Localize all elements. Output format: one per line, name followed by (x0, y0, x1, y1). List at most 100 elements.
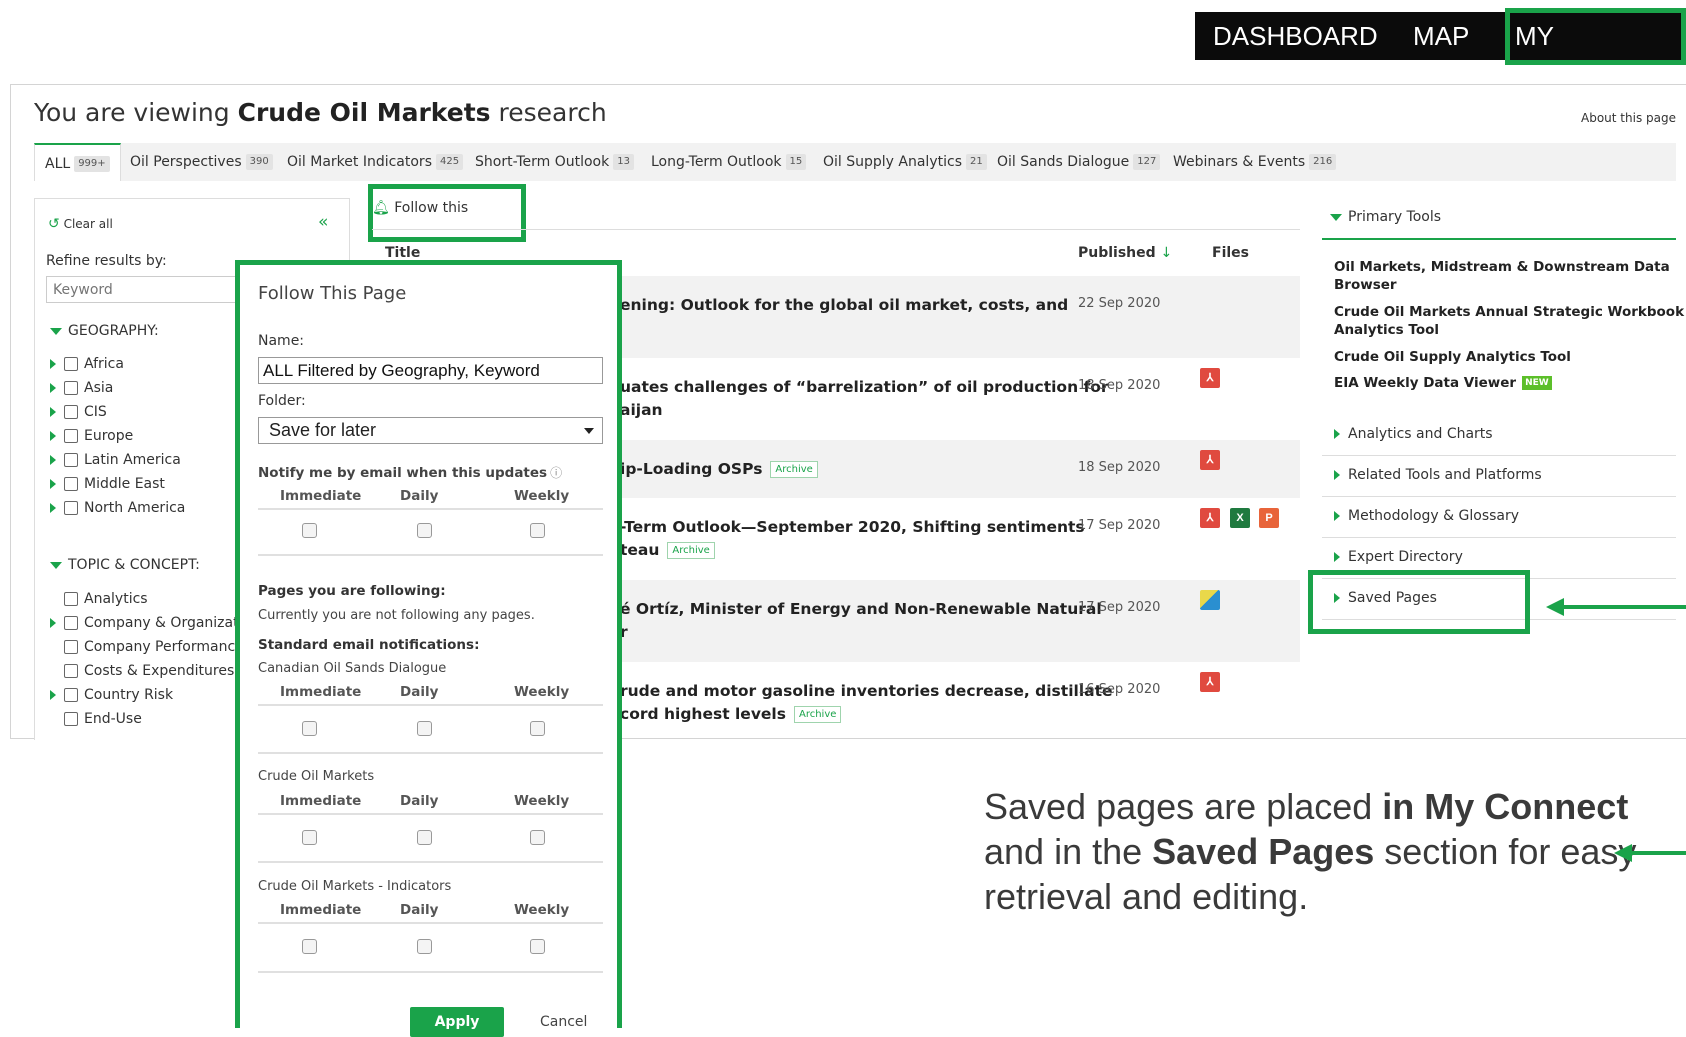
clear-all-button[interactable]: ↺ Clear all (48, 216, 113, 232)
result-row[interactable]: uates challenges of “barrelization” of o… (600, 358, 1300, 440)
topic-heading[interactable]: TOPIC & CONCEPT: (50, 557, 200, 573)
weekly-checkbox[interactable] (530, 939, 545, 954)
checkbox[interactable] (64, 429, 78, 443)
result-row[interactable]: rude and motor gasoline inventories decr… (600, 662, 1300, 738)
weekly-checkbox[interactable] (530, 830, 545, 845)
geo-item-latin-america[interactable]: Latin America (50, 452, 181, 468)
primary-tools-heading[interactable]: Primary Tools (1330, 209, 1441, 225)
collapse-icon[interactable]: « (318, 212, 328, 232)
checkbox[interactable] (64, 453, 78, 467)
section-methodology[interactable]: Methodology & Glossary (1334, 508, 1519, 524)
tool-link-eia-viewer[interactable]: EIA Weekly Data Viewer NEW (1334, 374, 1552, 392)
result-title[interactable]: ip-Loading OSPs Archive (620, 458, 818, 481)
daily-checkbox[interactable] (417, 523, 432, 538)
tool-link-strategic-workbook[interactable]: Crude Oil Markets Annual Strategic Workb… (1334, 303, 1684, 321)
folder-select[interactable]: Save for later (258, 417, 603, 444)
excel-icon[interactable]: X (1230, 508, 1250, 528)
tab-oil-supply-analytics[interactable]: Oil Supply Analytics 21 (823, 143, 987, 181)
checkbox[interactable] (64, 712, 78, 726)
checkbox[interactable] (64, 381, 78, 395)
tab-oil-perspectives[interactable]: Oil Perspectives 390 (130, 143, 273, 181)
immediate-checkbox[interactable] (302, 721, 317, 736)
about-link[interactable]: About this page (1581, 111, 1676, 125)
pdf-icon[interactable]: ⅄ (1200, 368, 1220, 388)
tool-link-strategic-workbook-cont[interactable]: Analytics Tool (1334, 321, 1439, 339)
result-row[interactable]: ip-Loading OSPs Archive 18 Sep 2020 ⅄ (600, 440, 1300, 498)
result-title-cont[interactable]: cord highest levels Archive (620, 703, 842, 726)
tab-all[interactable]: ALL 999+ (34, 143, 121, 181)
result-title-cont[interactable]: aijan (620, 399, 663, 422)
follow-this-button[interactable]: 🔔︎ Follow this (372, 200, 468, 216)
topic-item-company-performance[interactable]: Company Performanc (64, 639, 235, 655)
topic-item-costs[interactable]: Costs & Expenditures (64, 663, 234, 679)
immediate-checkbox[interactable] (302, 830, 317, 845)
checkbox[interactable] (64, 357, 78, 371)
nav-my-connect[interactable]: MY CONNECT (1515, 12, 1686, 99)
topic-item-country-risk[interactable]: Country Risk (50, 687, 173, 703)
result-title[interactable]: ening: Outlook for the global oil market… (620, 294, 1068, 317)
keyword-input[interactable] (46, 276, 246, 303)
follow-page-modal: Follow This Page Name: Folder: Save for … (235, 260, 622, 1037)
image-file-icon[interactable] (1200, 590, 1220, 610)
geo-item-africa[interactable]: Africa (50, 356, 124, 372)
section-expert-directory[interactable]: Expert Directory (1334, 549, 1463, 565)
checkbox[interactable] (64, 501, 78, 515)
divider (1322, 455, 1676, 456)
topic-label: Costs & Expenditures (84, 663, 235, 679)
pdf-icon[interactable]: ⅄ (1200, 672, 1220, 692)
checkbox[interactable] (64, 616, 78, 630)
result-title[interactable]: rude and motor gasoline inventories decr… (620, 680, 1113, 703)
geo-item-asia[interactable]: Asia (50, 380, 113, 396)
geo-item-cis[interactable]: CIS (50, 404, 107, 420)
topic-item-analytics[interactable]: Analytics (64, 591, 148, 607)
col-published[interactable]: Published ↓ (1078, 245, 1172, 261)
nav-map[interactable]: MAP (1413, 12, 1469, 60)
nav-dashboard[interactable]: DASHBOARD (1213, 12, 1378, 60)
topic-heading-label: TOPIC & CONCEPT: (68, 557, 200, 573)
geography-heading[interactable]: GEOGRAPHY: (50, 323, 159, 339)
geo-item-europe[interactable]: Europe (50, 428, 133, 444)
checkbox[interactable] (64, 688, 78, 702)
checkbox[interactable] (64, 640, 78, 654)
tool-link-supply-analytics[interactable]: Crude Oil Supply Analytics Tool (1334, 348, 1571, 366)
topic-item-end-use[interactable]: End-Use (64, 711, 142, 727)
checkbox[interactable] (64, 477, 78, 491)
geo-item-north-america[interactable]: North America (50, 500, 185, 516)
geo-item-middle-east[interactable]: Middle East (50, 476, 165, 492)
checkbox[interactable] (64, 592, 78, 606)
result-title[interactable]: -Term Outlook—September 2020, Shifting s… (620, 516, 1085, 539)
tool-link-data-browser-cont[interactable]: Browser (1334, 276, 1397, 294)
result-row[interactable]: -Term Outlook—September 2020, Shifting s… (600, 498, 1300, 580)
tab-webinars-events[interactable]: Webinars & Events 216 (1173, 143, 1337, 181)
checkbox[interactable] (64, 664, 78, 678)
pdf-icon[interactable]: ⅄ (1200, 508, 1220, 528)
immediate-checkbox[interactable] (302, 939, 317, 954)
powerpoint-icon[interactable]: P (1259, 508, 1279, 528)
result-title[interactable]: uates challenges of “barrelization” of o… (620, 376, 1109, 399)
daily-checkbox[interactable] (417, 721, 432, 736)
checkbox[interactable] (64, 405, 78, 419)
freq-immediate: Immediate (280, 902, 362, 918)
apply-button[interactable]: Apply (410, 1007, 504, 1037)
section-saved-pages[interactable]: Saved Pages (1334, 590, 1437, 606)
col-title[interactable]: Title (385, 245, 420, 261)
tab-oil-market-indicators[interactable]: Oil Market Indicators 425 (287, 143, 464, 181)
section-related-tools[interactable]: Related Tools and Platforms (1334, 467, 1542, 483)
pdf-icon[interactable]: ⅄ (1200, 450, 1220, 470)
result-row[interactable]: é Ortíz, Minister of Energy and Non-Rene… (600, 580, 1300, 662)
daily-checkbox[interactable] (417, 830, 432, 845)
tab-short-term-outlook[interactable]: Short-Term Outlook 13 (475, 143, 634, 181)
weekly-checkbox[interactable] (530, 523, 545, 538)
immediate-checkbox[interactable] (302, 523, 317, 538)
result-row[interactable]: ening: Outlook for the global oil market… (600, 276, 1300, 358)
tab-oil-sands-dialogue[interactable]: Oil Sands Dialogue 127 (997, 143, 1161, 181)
topic-item-company-organization[interactable]: Company & Organizat (50, 615, 239, 631)
section-analytics-charts[interactable]: Analytics and Charts (1334, 426, 1493, 442)
result-title[interactable]: é Ortíz, Minister of Energy and Non-Rene… (620, 598, 1102, 621)
weekly-checkbox[interactable] (530, 721, 545, 736)
result-title-cont[interactable]: teau Archive (620, 539, 715, 562)
daily-checkbox[interactable] (417, 939, 432, 954)
name-input[interactable] (258, 357, 603, 384)
tab-long-term-outlook[interactable]: Long-Term Outlook 15 (651, 143, 807, 181)
tool-link-data-browser[interactable]: Oil Markets, Midstream & Downstream Data (1334, 258, 1670, 276)
